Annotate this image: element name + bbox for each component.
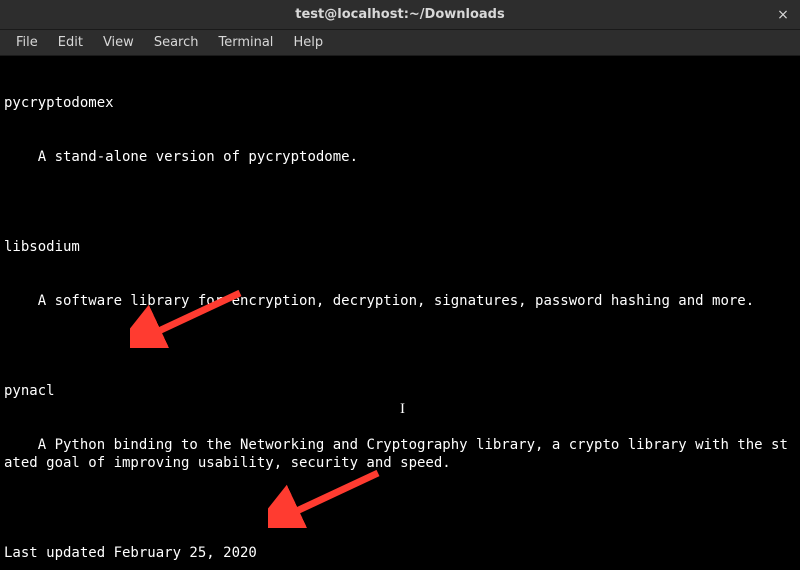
terminal-line: A Python binding to the Networking and C… (4, 436, 796, 472)
close-button[interactable]: × (774, 6, 792, 24)
terminal-line: pycryptodomex (4, 94, 796, 112)
text-cursor-icon: I (400, 400, 405, 418)
menu-view[interactable]: View (93, 33, 144, 52)
terminal-line: A software library for encryption, decry… (4, 292, 796, 310)
menubar: File Edit View Search Terminal Help (0, 30, 800, 56)
menu-terminal[interactable]: Terminal (208, 33, 283, 52)
menu-help[interactable]: Help (283, 33, 333, 52)
terminal-viewport[interactable]: pycryptodomex A stand-alone version of p… (0, 56, 800, 570)
menu-edit[interactable]: Edit (48, 33, 93, 52)
menu-file[interactable]: File (6, 33, 48, 52)
menu-search[interactable]: Search (144, 33, 209, 52)
terminal-line: Last updated February 25, 2020 (4, 544, 796, 562)
window-title: test@localhost:~/Downloads (295, 7, 504, 22)
close-icon: × (777, 7, 789, 23)
terminal-line: A stand-alone version of pycryptodome. (4, 148, 796, 166)
terminal-line: pynacl (4, 382, 796, 400)
terminal-line: libsodium (4, 238, 796, 256)
window-titlebar: test@localhost:~/Downloads × (0, 0, 800, 30)
